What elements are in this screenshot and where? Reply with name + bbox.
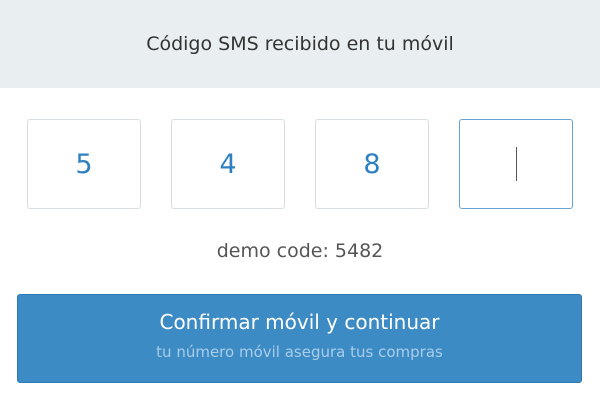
confirm-button-label: Confirmar móvil y continuar <box>159 310 440 334</box>
confirm-button-sublabel: tu número móvil asegura tus compras <box>156 343 443 361</box>
code-digit-4[interactable] <box>459 119 573 209</box>
page-title: Código SMS recibido en tu móvil <box>146 33 454 55</box>
confirm-button[interactable]: Confirmar móvil y continuar tu número mó… <box>17 294 582 383</box>
text-caret <box>515 147 517 181</box>
code-digit-2[interactable]: 4 <box>171 119 285 209</box>
code-digit-1[interactable]: 5 <box>27 119 141 209</box>
demo-code-text: demo code: 5482 <box>216 240 384 262</box>
header: Código SMS recibido en tu móvil <box>0 0 600 88</box>
code-digit-3[interactable]: 8 <box>315 119 429 209</box>
